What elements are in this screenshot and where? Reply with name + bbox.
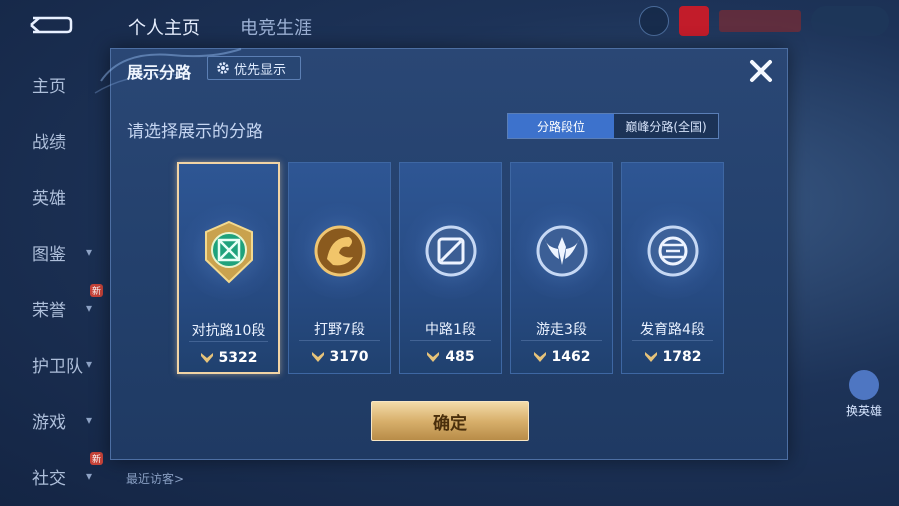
lane-card-mid[interactable]: 中路1段 485	[399, 162, 502, 374]
lane-card-roam[interactable]: 游走3段 1462	[510, 162, 613, 374]
sidebar-item-label: 英雄	[32, 188, 66, 209]
change-hero-button[interactable]: 换英雄	[839, 370, 889, 419]
lane-card-clash[interactable]: 对抗路10段 5322	[177, 162, 280, 374]
lane-rank-label: 中路1段	[425, 322, 476, 338]
lane-card-farm[interactable]: 发育路4段 1782	[621, 162, 724, 374]
sidebar-item-codex[interactable]: 图鉴 ▾	[0, 232, 110, 272]
tab-esports-career[interactable]: 电竞生涯	[240, 14, 312, 40]
sidebar-item-label: 荣誉	[32, 300, 66, 321]
change-hero-label: 换英雄	[845, 404, 882, 418]
sidebar-item-label: 主页	[32, 76, 66, 97]
lane-points-value: 485	[445, 349, 475, 365]
farm-lane-emblem-icon	[647, 225, 698, 277]
lane-points-value: 1462	[551, 349, 591, 365]
lane-points: 485	[400, 349, 501, 365]
lane-rank-label: 游走3段	[536, 322, 587, 338]
hero-swap-icon	[849, 370, 879, 400]
card-divider	[410, 340, 491, 341]
new-badge: 新	[90, 452, 104, 465]
roam-wings-emblem-icon	[536, 225, 587, 277]
close-button[interactable]	[745, 55, 777, 87]
sidebar-item-label: 护卫队	[32, 356, 83, 377]
lane-card-list: 对抗路10段 5322 打野7段 3170 中路1段 485 游走3段 1462…	[177, 162, 725, 374]
tab-lane-rank[interactable]: 分路段位	[508, 114, 614, 138]
close-icon	[750, 60, 772, 82]
lane-mode-toggle: 分路段位 巅峰分路(全国)	[507, 113, 719, 139]
card-divider	[632, 340, 713, 341]
lane-points-icon	[427, 352, 440, 362]
recent-visitors-link[interactable]: 最近访客>	[126, 470, 184, 487]
lane-rank-label: 打野7段	[314, 322, 365, 338]
top-right-actions	[639, 6, 889, 36]
chevron-down-icon: ▾	[86, 469, 93, 483]
sidebar-item-label: 社交	[32, 468, 66, 489]
lane-points-value: 3170	[329, 349, 369, 365]
lane-points-icon	[533, 352, 546, 362]
shop-icon[interactable]	[639, 6, 669, 36]
sidebar-item-label: 游戏	[32, 412, 66, 433]
priority-display-button[interactable]: 优先显示	[207, 56, 301, 80]
lane-points-icon	[200, 353, 213, 363]
lane-points-value: 5322	[218, 350, 258, 366]
vip-avatar-icon[interactable]	[679, 6, 709, 36]
lane-points-icon	[644, 352, 657, 362]
menu-dropdown-button[interactable]	[811, 6, 889, 36]
confirm-button[interactable]: 确定	[371, 401, 529, 441]
clash-lane-emblem-icon	[204, 220, 253, 284]
lane-points-value: 1782	[662, 349, 702, 365]
lane-display-dialog: 展示分路 优先显示 请选择展示的分路 分路段位 巅峰分路(全国) 对抗路10段	[94, 48, 788, 460]
sidebar-item-heroes[interactable]: 英雄	[0, 176, 110, 216]
lane-rank-label: 发育路4段	[640, 322, 705, 338]
dialog-title: 展示分路	[127, 63, 192, 82]
mid-lane-emblem-icon	[425, 225, 476, 277]
back-arrow-icon	[30, 16, 73, 34]
priority-label: 优先显示	[234, 62, 287, 78]
sidebar-item-records[interactable]: 战绩	[0, 120, 110, 160]
chevron-down-icon: ▾	[86, 413, 93, 427]
card-divider	[299, 340, 380, 341]
card-divider	[189, 341, 268, 342]
lane-card-jungle[interactable]: 打野7段 3170	[288, 162, 391, 374]
sidebar-item-social[interactable]: 社交 新 ▾	[0, 452, 110, 496]
lane-points: 1462	[511, 349, 612, 365]
vip-info-box[interactable]	[719, 10, 801, 32]
sidebar-item-label: 图鉴	[32, 244, 66, 265]
new-badge: 新	[90, 284, 104, 297]
lane-rank-label: 对抗路10段	[191, 323, 266, 339]
lane-points-icon	[311, 352, 324, 362]
sidebar-item-label: 战绩	[32, 132, 66, 153]
gear-icon	[217, 62, 229, 74]
chevron-down-icon: ▾	[86, 301, 93, 315]
lane-points: 3170	[289, 349, 390, 365]
chevron-down-icon: ▾	[86, 245, 93, 259]
card-divider	[521, 340, 602, 341]
lane-points: 1782	[622, 349, 723, 365]
lane-points: 5322	[179, 350, 278, 366]
dialog-subtitle: 请选择展示的分路	[127, 122, 263, 142]
chevron-down-icon: ▾	[86, 357, 93, 371]
sidebar-item-guard-team[interactable]: 护卫队 ▾	[0, 344, 110, 384]
tab-profile[interactable]: 个人主页	[128, 14, 200, 40]
back-button[interactable]	[18, 10, 82, 40]
tab-peak-lane-national[interactable]: 巅峰分路(全国)	[614, 114, 718, 138]
jungle-dragon-emblem-icon	[314, 225, 365, 277]
sidebar-item-honors[interactable]: 荣誉 新 ▾	[0, 284, 110, 328]
sidebar-item-games[interactable]: 游戏 ▾	[0, 400, 110, 440]
